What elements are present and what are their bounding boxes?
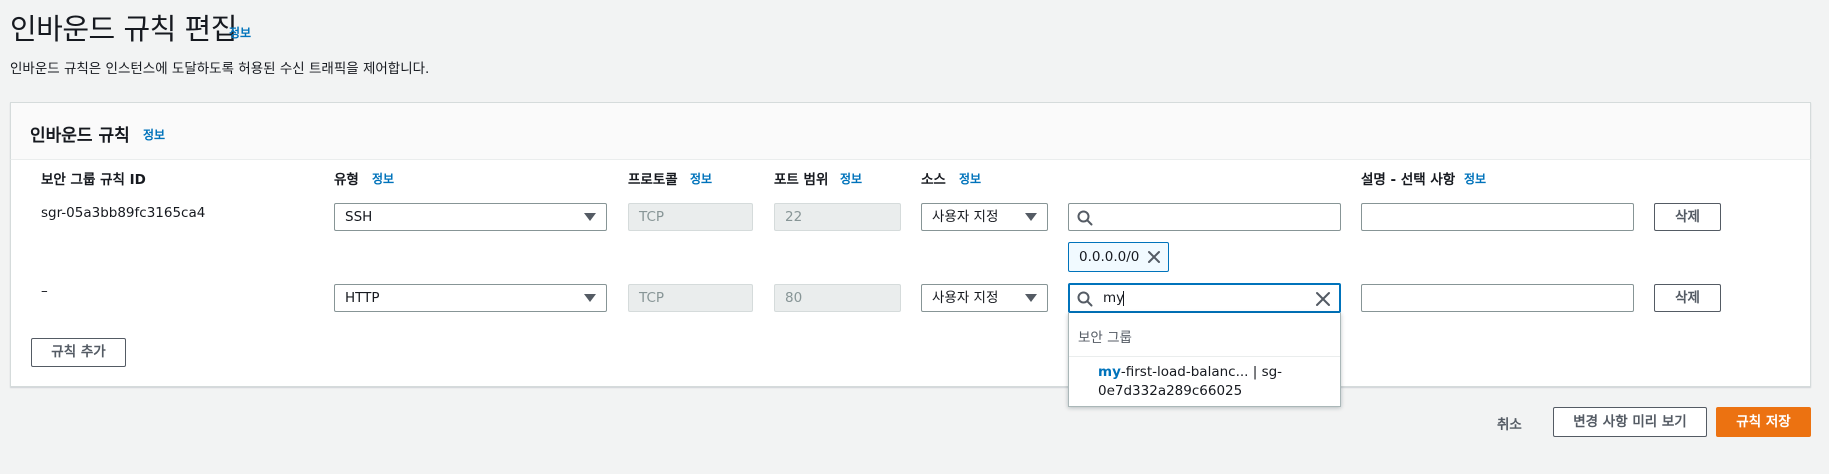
caret-down-icon xyxy=(1025,213,1037,221)
source-mode-select[interactable]: 사용자 지정 xyxy=(921,284,1048,312)
type-select[interactable]: HTTP xyxy=(334,284,607,312)
close-icon[interactable] xyxy=(1146,249,1162,265)
source-suggestions-dropdown: 보안 그룹 my-first-load-balanc... | sg-0e7d3… xyxy=(1068,313,1341,407)
protocol-info-link[interactable]: 정보 xyxy=(690,170,712,187)
caret-down-icon xyxy=(1025,294,1037,302)
protocol-field: TCP xyxy=(628,284,753,312)
source-info-link[interactable]: 정보 xyxy=(959,170,981,187)
source-search-value: my xyxy=(1103,290,1125,306)
dropdown-option-match: my xyxy=(1098,364,1121,380)
save-rules-button[interactable]: 규칙 저장 xyxy=(1716,407,1811,437)
type-select-value: HTTP xyxy=(345,290,380,306)
col-header-description: 설명 - 선택 사항 xyxy=(1361,172,1456,188)
page-title-info-link[interactable]: 정보 xyxy=(229,24,251,41)
source-search-input[interactable] xyxy=(1068,203,1341,231)
source-mode-value: 사용자 지정 xyxy=(932,290,999,306)
source-token: 0.0.0.0/0 xyxy=(1068,242,1169,272)
col-header-type: 유형 xyxy=(334,172,359,188)
type-select-value: SSH xyxy=(345,209,373,225)
port-info-link[interactable]: 정보 xyxy=(840,170,862,187)
protocol-field: TCP xyxy=(628,203,753,231)
dropdown-option-rest: -first-load-balanc... | sg-0e7d332a289c6… xyxy=(1098,364,1283,399)
dropdown-group-label: 보안 그룹 xyxy=(1078,330,1132,346)
dropdown-option-security-group[interactable]: my-first-load-balanc... | sg-0e7d332a289… xyxy=(1069,357,1340,407)
page-title: 인바운드 규칙 편집 xyxy=(10,12,237,46)
port-range-field: 80 xyxy=(774,284,901,312)
search-icon xyxy=(1077,291,1093,307)
panel-title: 인바운드 규칙 xyxy=(30,126,130,146)
col-header-protocol: 프로토콜 xyxy=(628,172,678,188)
rule-id: – xyxy=(41,283,48,299)
port-range-field: 22 xyxy=(774,203,901,231)
type-info-link[interactable]: 정보 xyxy=(372,170,394,187)
preview-changes-button[interactable]: 변경 사항 미리 보기 xyxy=(1553,407,1707,437)
dropdown-option-text: my-first-load-balanc... | sg-0e7d332a289… xyxy=(1098,363,1333,401)
delete-button[interactable]: 삭제 xyxy=(1654,203,1721,231)
description-info-link[interactable]: 정보 xyxy=(1464,170,1486,187)
search-icon xyxy=(1077,210,1093,226)
source-mode-select[interactable]: 사용자 지정 xyxy=(921,203,1048,231)
type-select[interactable]: SSH xyxy=(334,203,607,231)
source-search-input[interactable]: my xyxy=(1068,283,1341,313)
caret-down-icon xyxy=(584,294,596,302)
rule-id: sgr-05a3bb89fc3165ca4 xyxy=(41,205,206,221)
description-input[interactable] xyxy=(1361,203,1634,231)
col-header-source: 소스 xyxy=(921,172,946,188)
add-rule-button[interactable]: 규칙 추가 xyxy=(31,338,126,367)
cancel-button[interactable]: 취소 xyxy=(1497,413,1522,433)
page-description: 인바운드 규칙은 인스턴스에 도달하도록 허용된 수신 트래픽을 제어합니다. xyxy=(10,61,430,77)
panel-info-link[interactable]: 정보 xyxy=(143,126,165,143)
caret-down-icon xyxy=(584,213,596,221)
close-icon[interactable] xyxy=(1315,291,1331,307)
description-input[interactable] xyxy=(1361,284,1634,312)
text-cursor xyxy=(1123,291,1124,306)
col-header-rule-id: 보안 그룹 규칙 ID xyxy=(41,172,146,188)
source-token-label: 0.0.0.0/0 xyxy=(1079,249,1140,265)
col-header-port: 포트 범위 xyxy=(774,172,829,188)
panel-header xyxy=(10,102,1811,160)
source-mode-value: 사용자 지정 xyxy=(932,209,999,225)
delete-button[interactable]: 삭제 xyxy=(1654,284,1721,312)
